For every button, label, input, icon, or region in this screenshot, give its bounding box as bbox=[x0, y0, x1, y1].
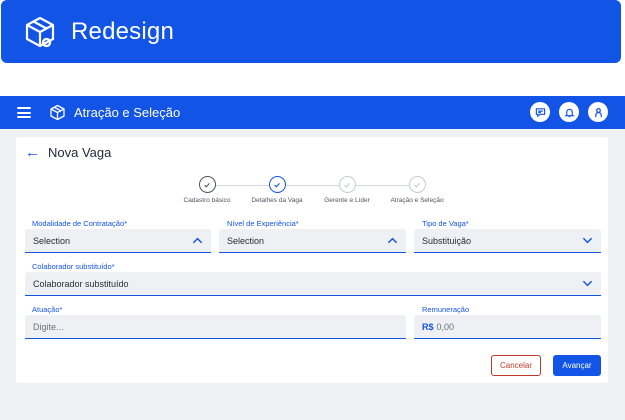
nivel-value: Selection bbox=[227, 235, 265, 246]
step-label: Atração e Seleção bbox=[390, 197, 444, 204]
notifications-button[interactable] bbox=[559, 102, 579, 122]
remuneracao-input[interactable]: R$ 0,00 bbox=[414, 315, 601, 339]
colaborador-select[interactable]: Colaborador substituído bbox=[25, 272, 601, 296]
appbar-actions bbox=[530, 102, 608, 122]
hero-banner: Redesign bbox=[1, 0, 621, 63]
step-label: Gerente e Líder bbox=[324, 197, 370, 204]
check-icon bbox=[268, 176, 286, 193]
next-button[interactable]: Avançar bbox=[553, 355, 601, 376]
chat-button[interactable] bbox=[530, 102, 550, 122]
progress-stepper: Cadastro básico Detalhes da Vaga Gerente… bbox=[172, 176, 452, 206]
nivel-select[interactable]: Selection bbox=[219, 229, 406, 253]
colaborador-label: Colaborador substituído* bbox=[32, 262, 115, 271]
back-arrow-icon[interactable]: ← bbox=[25, 145, 40, 160]
check-icon bbox=[338, 176, 356, 193]
step-label: Cadastro básico bbox=[183, 197, 231, 204]
chevron-down-icon bbox=[582, 237, 593, 244]
step-detalhes-da-vaga[interactable]: Detalhes da Vaga bbox=[242, 176, 312, 204]
box-logo-icon bbox=[25, 16, 55, 47]
chevron-up-icon bbox=[387, 237, 398, 244]
check-icon bbox=[408, 176, 426, 193]
page-title: Nova Vaga bbox=[48, 145, 112, 160]
modalidade-select[interactable]: Selection bbox=[25, 229, 211, 253]
tipo-label: Tipo de Vaga* bbox=[422, 219, 469, 228]
tipo-select[interactable]: Substituição bbox=[414, 229, 601, 253]
step-gerente-e-lider[interactable]: Gerente e Líder bbox=[312, 176, 382, 204]
chat-icon bbox=[535, 107, 545, 117]
page-header: ← Nova Vaga bbox=[25, 145, 111, 160]
colaborador-value: Colaborador substituído bbox=[33, 278, 129, 289]
box-logo-icon bbox=[50, 104, 65, 121]
step-atracao-e-selecao[interactable]: Atração e Seleção bbox=[382, 176, 452, 204]
hero-title: Redesign bbox=[71, 17, 175, 45]
bell-icon bbox=[563, 108, 575, 117]
form-card bbox=[16, 137, 608, 383]
step-cadastro-basico[interactable]: Cadastro básico bbox=[172, 176, 242, 204]
profile-button[interactable] bbox=[588, 102, 608, 122]
modalidade-label: Modalidade de Contratação* bbox=[32, 219, 128, 228]
modalidade-value: Selection bbox=[33, 235, 71, 246]
app-title: Atração e Seleção bbox=[74, 105, 181, 120]
check-icon bbox=[198, 176, 216, 193]
atuacao-placeholder: Digite... bbox=[33, 321, 64, 332]
app-bar: Atração e Seleção bbox=[0, 96, 625, 129]
chevron-up-icon bbox=[192, 237, 203, 244]
nivel-label: Nível de Experiência* bbox=[227, 219, 299, 228]
remuneracao-label: Remuneração bbox=[422, 305, 470, 314]
remuneracao-placeholder: 0,00 bbox=[436, 321, 455, 332]
atuacao-label: Atuação* bbox=[32, 305, 63, 314]
atuacao-input[interactable]: Digite... bbox=[25, 315, 406, 339]
cancel-button[interactable]: Cancelar bbox=[491, 355, 541, 376]
currency-prefix: R$ bbox=[422, 321, 434, 332]
step-label: Detalhes da Vaga bbox=[251, 197, 303, 204]
chevron-down-icon bbox=[582, 280, 593, 287]
user-icon bbox=[594, 107, 602, 117]
hamburger-menu-icon[interactable] bbox=[17, 107, 31, 118]
tipo-value: Substituição bbox=[422, 235, 472, 246]
